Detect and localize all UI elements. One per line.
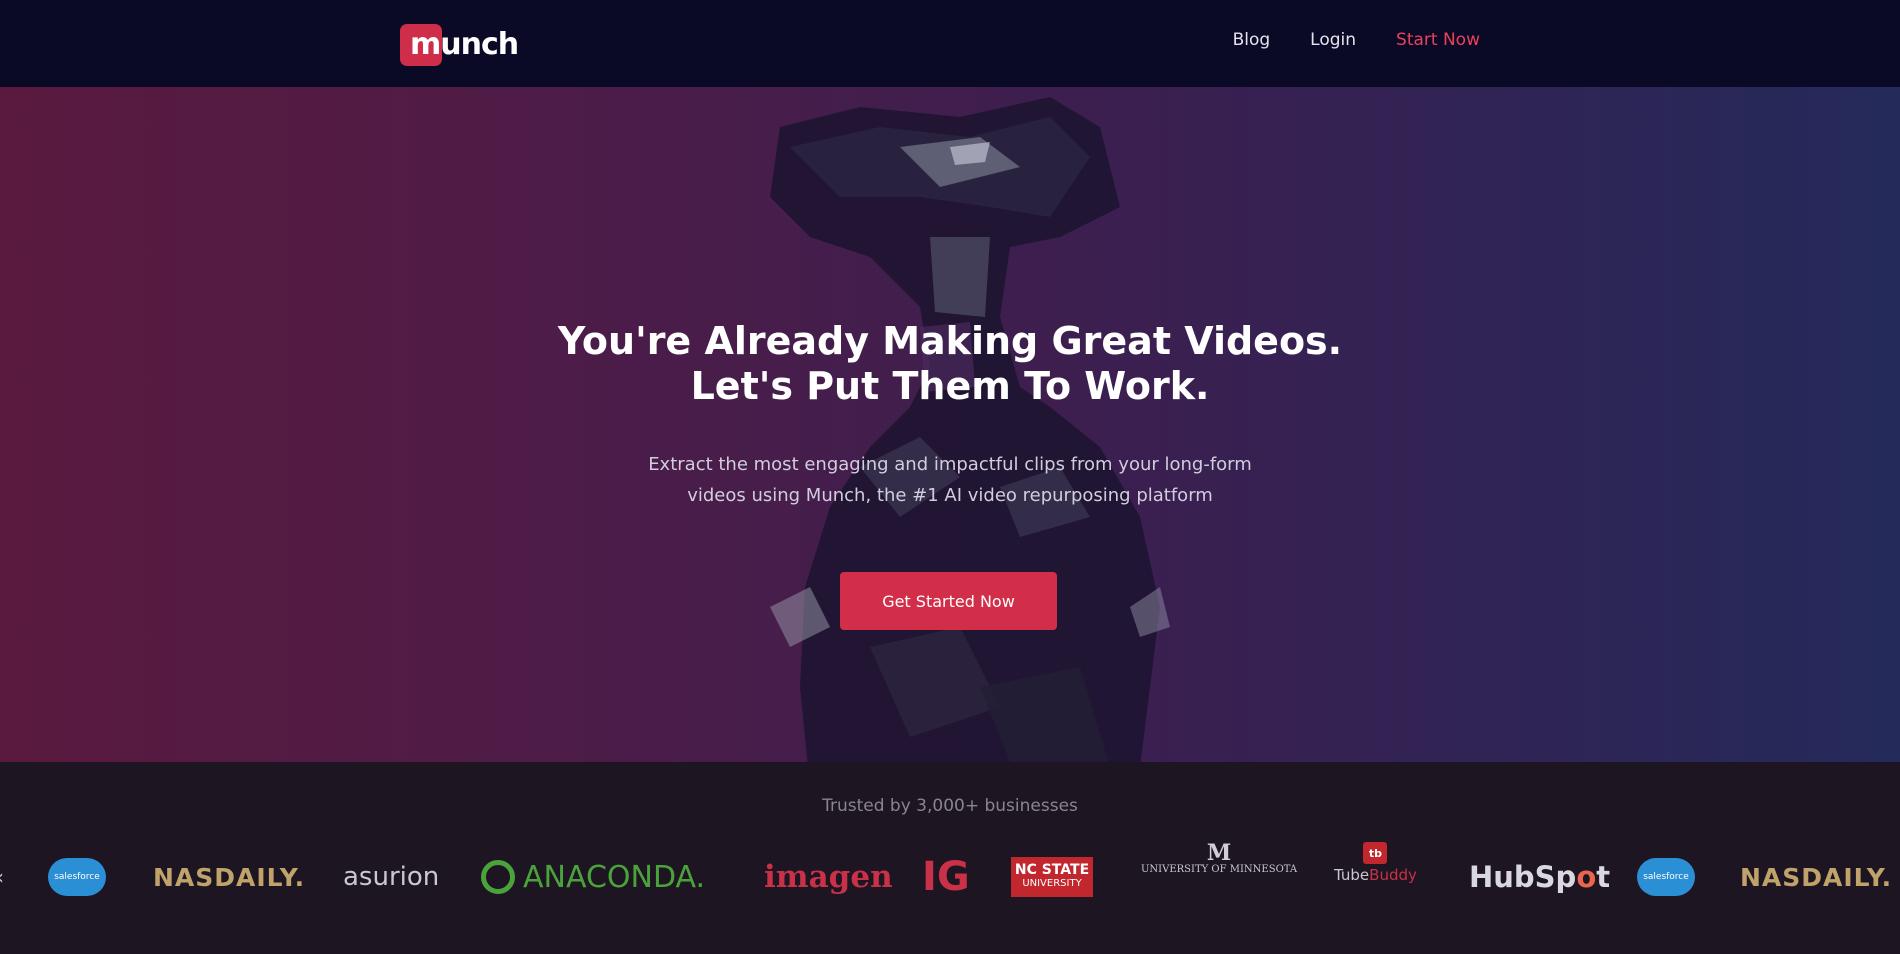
- anaconda-logo: ANACONDA.: [481, 842, 705, 912]
- nav-link-login[interactable]: Login: [1310, 30, 1356, 50]
- logo-text: munch: [410, 26, 519, 62]
- hero-section: You're Already Making Great Videos. Let'…: [0, 87, 1900, 762]
- hero-title-line2: Let's Put Them To Work.: [690, 364, 1210, 408]
- carousel-edge-chevron-icon: ‹: [0, 842, 4, 912]
- hero-title: You're Already Making Great Videos. Let'…: [0, 319, 1900, 409]
- nasdaily-logo-repeat: NASDAILY.: [1740, 862, 1893, 892]
- nav-links: Blog Login Start Now: [1233, 30, 1480, 50]
- nasdaily-logo: NASDAILY.: [153, 862, 306, 892]
- tubebuddy-logo: tb TubeBuddy: [1334, 842, 1417, 912]
- get-started-button[interactable]: Get Started Now: [840, 572, 1057, 630]
- imagen-logo: imagen: [764, 859, 893, 895]
- hubspot-logo: HubSpot: [1469, 860, 1611, 894]
- trusted-by-section: Trusted by 3,000+ businesses ‹ salesforc…: [0, 762, 1900, 954]
- university-of-minnesota-logo: M UNIVERSITY OF MINNESOTA: [1141, 840, 1298, 875]
- hero-title-line1: You're Already Making Great Videos.: [557, 319, 1343, 363]
- ig-logo: IG: [922, 854, 970, 900]
- ncstate-logo: NC STATE UNIVERSITY: [1011, 842, 1093, 912]
- asurion-logo: asurion: [343, 862, 440, 892]
- logo-carousel: ‹ salesforce NASDAILY. asurion ANACONDA.…: [0, 842, 1900, 912]
- trusted-by-text: Trusted by 3,000+ businesses: [822, 796, 1078, 816]
- salesforce-logo: salesforce: [48, 842, 106, 912]
- salesforce-logo-repeat: salesforce: [1637, 842, 1695, 912]
- top-nav: munch Blog Login Start Now: [0, 0, 1900, 87]
- hero-figure-illustration: [770, 97, 1170, 762]
- nav-link-start-now[interactable]: Start Now: [1396, 30, 1480, 50]
- hero-subtitle-line2: videos using Munch, the #1 AI video repu…: [687, 485, 1213, 506]
- anaconda-ring-icon: [481, 860, 515, 894]
- hero-subtitle-line1: Extract the most engaging and impactful …: [648, 454, 1252, 475]
- hero-subtitle: Extract the most engaging and impactful …: [0, 449, 1900, 511]
- munch-logo[interactable]: munch: [400, 22, 519, 66]
- nav-link-blog[interactable]: Blog: [1233, 30, 1271, 50]
